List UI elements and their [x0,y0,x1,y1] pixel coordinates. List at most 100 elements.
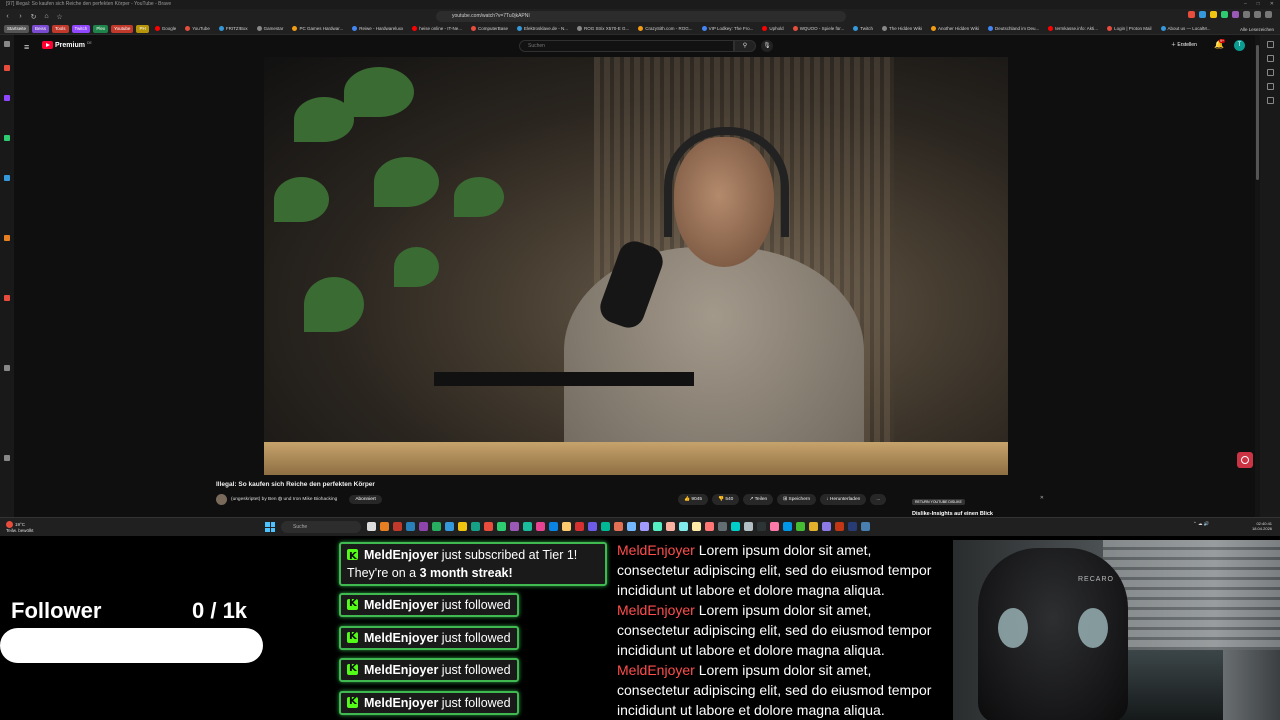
taskbar-app-icon[interactable] [718,522,727,531]
minimize-icon[interactable]: – [1244,0,1247,9]
youtube-logo[interactable]: Premium DE [42,41,92,49]
taskbar-app-icon[interactable] [653,522,662,531]
all-bookmarks-link[interactable]: Alle Lesezeichen [1240,24,1274,34]
extension-icon[interactable] [1243,11,1250,18]
search-button[interactable]: ⚲ [734,40,756,52]
bookmark-item[interactable]: YouTube [182,25,213,33]
address-bar[interactable]: youtube.com/watch?v=7Tu0jkAPNI [436,11,846,22]
video-player[interactable] [264,57,1008,475]
extension-icon[interactable] [1210,11,1217,18]
scrollbar-thumb[interactable] [1256,45,1259,180]
taskbar-app-icon[interactable] [731,522,740,531]
sidebar-tool-icon[interactable] [1267,41,1274,48]
bookmark-item[interactable]: Elektrosklave.de - N... [514,25,571,33]
taskbar-app-icon[interactable] [380,522,389,531]
save-button[interactable]: ⊞ Speichern [777,494,817,505]
bookmark-item[interactable]: About us — LocalM... [1158,25,1214,33]
sidebar-tool-icon[interactable] [1267,55,1274,62]
taskbar-search[interactable]: Suche [281,521,361,533]
taskbar-app-icon[interactable] [601,522,610,531]
taskbar-app-icon[interactable] [458,522,467,531]
taskbar-app-icon[interactable] [770,522,779,531]
bookmark-item[interactable]: PH [136,25,149,33]
taskbar-app-icon[interactable] [679,522,688,531]
bookmark-item[interactable]: Tools [52,25,69,33]
subscribe-button[interactable]: Abonniert [349,495,382,504]
download-button[interactable]: ↓ Herunterladen [820,494,867,505]
taskbar-app-icon[interactable] [783,522,792,531]
taskbar-app-icon[interactable] [471,522,480,531]
extension-icon[interactable] [1221,11,1228,18]
taskbar-app-icon[interactable] [536,522,545,531]
bookmark-item[interactable]: Youtube [111,25,134,33]
taskbar-app-icon[interactable] [588,522,597,531]
notifications-button[interactable]: 🔔 9+ [1214,39,1225,49]
sidebar-app-icon[interactable] [4,95,10,101]
extension-icon[interactable] [1265,11,1272,18]
bookmark-item[interactable]: heise online - IT-Ne... [409,25,465,33]
extension-icon[interactable] [1199,11,1206,18]
taskbar-app-icon[interactable] [822,522,831,531]
taskbar-app-icon[interactable] [367,522,376,531]
sidebar-app-icon[interactable] [4,295,10,301]
taskbar-app-icon[interactable] [393,522,402,531]
taskbar-app-icon[interactable] [484,522,493,531]
bookmark-item[interactable]: termkasse.info: Akti... [1045,25,1101,33]
start-button[interactable] [265,522,275,532]
menu-icon[interactable]: ≡ [24,42,29,52]
bookmark-item[interactable]: Gamestar [254,25,287,33]
voice-search-button[interactable]: 🎙 [761,40,773,52]
bookmark-item[interactable]: FRITZ!Box [216,25,251,33]
taskbar-app-icon[interactable] [406,522,415,531]
bookmark-item[interactable]: Reiwe - Hardwareluxx [349,25,406,33]
sidebar-tool-icon[interactable] [1267,97,1274,104]
bookmark-item[interactable]: Twitch [850,25,876,33]
sidebar-app-icon[interactable] [4,65,10,71]
taskbar-app-icon[interactable] [692,522,701,531]
taskbar-app-icon[interactable] [497,522,506,531]
sidebar-settings-icon[interactable] [4,455,10,461]
share-button[interactable]: ↗ Teilen [743,494,774,505]
taskbar-app-icon[interactable] [640,522,649,531]
back-icon[interactable]: ‹ [2,11,13,22]
search-input[interactable]: Suchen [519,40,734,52]
home-icon[interactable]: ⌂ [41,11,52,22]
create-button[interactable]: ＋ Erstellen [1171,41,1197,48]
taskbar-app-icon[interactable] [835,522,844,531]
bookmark-item[interactable]: ComputerBase [468,25,511,33]
bookmark-item[interactable]: The Hidden Wiki [879,25,925,33]
sidebar-tool-icon[interactable] [1267,69,1274,76]
bookmark-item[interactable]: VIP Lodkey: The Fro... [699,25,757,33]
bookmark-item[interactable]: ROG Strix X570-E G... [574,25,632,33]
sidebar-app-icon[interactable] [4,135,10,141]
channel-name[interactable]: (ungeskriptet) by Ben ◍ und Iron Mike Bi… [231,497,337,502]
more-button[interactable]: ... [870,494,887,505]
taskbar-app-icon[interactable] [523,522,532,531]
system-tray[interactable]: ⌃ ☁ 🔊 [1193,521,1209,527]
taskbar-app-icon[interactable] [744,522,753,531]
channel-avatar[interactable] [216,494,227,505]
taskbar-app-icon[interactable] [510,522,519,531]
bookmark-item[interactable]: Google [152,25,180,33]
reload-icon[interactable]: ↻ [28,11,39,22]
taskbar-app-icon[interactable] [575,522,584,531]
sidebar-app-icon[interactable] [4,235,10,241]
bookmark-item[interactable]: Another Hidden Wiki [928,25,982,33]
taskbar-app-icon[interactable] [419,522,428,531]
taskbar-app-icon[interactable] [445,522,454,531]
bookmark-item[interactable]: Login | Proton Mail [1104,25,1154,33]
extension-icon[interactable] [1254,11,1261,18]
like-button[interactable]: 👍 9045 [678,494,708,505]
extension-icon[interactable] [1232,11,1239,18]
taskbar-app-icon[interactable] [861,522,870,531]
taskbar-app-icon[interactable] [627,522,636,531]
maximize-icon[interactable]: □ [1257,0,1260,9]
dislike-button[interactable]: 👎 540 [712,494,740,505]
sidebar-app-icon[interactable] [4,365,10,371]
avatar[interactable]: T [1234,40,1245,51]
taskbar-app-icon[interactable] [809,522,818,531]
extension-icon[interactable] [1188,11,1195,18]
weather-widget[interactable]: 19°C Teilw. bewölkt [6,521,34,533]
taskbar-app-icon[interactable] [757,522,766,531]
taskbar-app-icon[interactable] [562,522,571,531]
